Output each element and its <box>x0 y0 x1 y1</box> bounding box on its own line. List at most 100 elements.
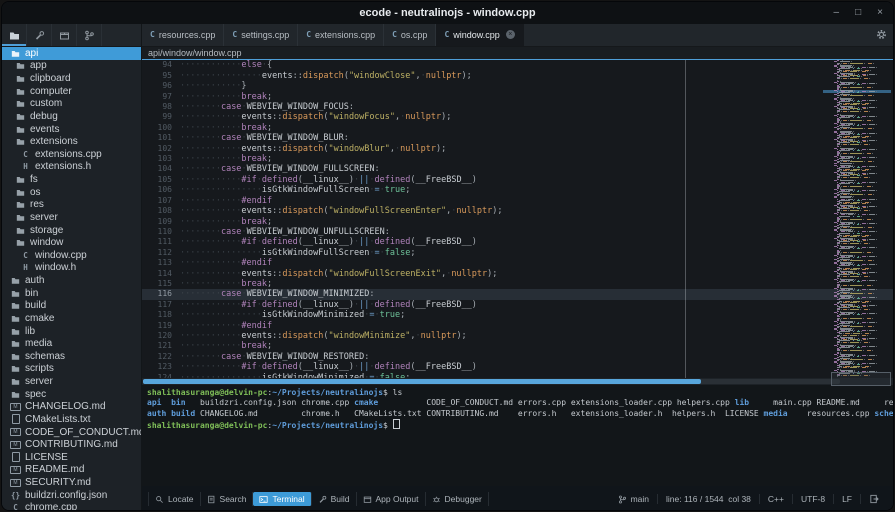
tree-item-events[interactable]: events <box>2 123 141 136</box>
code-line-101: 101 ········case·WEBVIEW_WINDOW_BLUR: <box>142 133 893 143</box>
tree-item-LICENSE[interactable]: LICENSE <box>2 451 141 464</box>
cpp-file-icon: C <box>444 30 450 40</box>
code-line-102: 102 ············events::dispatch("windowB… <box>142 144 893 154</box>
tab-settings.cpp[interactable]: Csettings.cpp <box>224 24 299 46</box>
notifications-button[interactable] <box>860 494 887 505</box>
tree-item-build[interactable]: build <box>2 300 141 313</box>
tree-item-buildzri.config.json[interactable]: {} buildzri.config.json <box>2 489 141 502</box>
tree-item-server[interactable]: server <box>2 375 141 388</box>
tab-resources.cpp[interactable]: Cresources.cpp <box>142 24 225 46</box>
scrollbar-thumb[interactable] <box>143 379 701 385</box>
line-number: 117 <box>157 299 172 309</box>
tree-item-storage[interactable]: storage <box>2 224 141 237</box>
statusbar-terminal-button[interactable]: Terminal <box>253 492 312 507</box>
folder-icon <box>16 101 25 108</box>
tree-item-label: custom <box>30 98 63 110</box>
statusbar-locate-button[interactable]: Locate <box>148 492 201 507</box>
tree-item-chrome.cpp[interactable]: Cchrome.cpp <box>2 502 141 510</box>
tab-window.cpp[interactable]: Cwindow.cpp × <box>436 24 524 46</box>
tree-item-api[interactable]: api <box>2 47 141 60</box>
terminal-line-2: auth build CHANGELOG.md chrome.h CMakeLi… <box>147 408 893 418</box>
tree-item-lib[interactable]: lib <box>2 325 141 338</box>
tree-item-extensions[interactable]: extensions <box>2 135 141 148</box>
editor-settings-button[interactable] <box>869 24 893 46</box>
line-ending-indicator[interactable]: LF <box>833 494 860 505</box>
tree-item-README.md[interactable]: M README.md <box>2 464 141 477</box>
minimap[interactable] <box>823 60 891 378</box>
markdown-file-icon: M <box>10 428 21 437</box>
cpp-file-icon: C <box>23 149 28 159</box>
json-file-icon: {} <box>10 490 21 500</box>
close-button[interactable]: × <box>877 8 883 18</box>
minimize-button[interactable]: – <box>834 8 840 18</box>
tree-item-cmake[interactable]: cmake <box>2 312 141 325</box>
statusbar-debugger-button[interactable]: Debugger <box>426 492 489 507</box>
code-text: ············break; <box>180 216 273 227</box>
tab-extensions.cpp[interactable]: Cextensions.cpp <box>298 24 385 46</box>
tree-item-label: LICENSE <box>25 451 68 463</box>
tree-item-label: spec <box>25 388 47 400</box>
tree-item-bin[interactable]: bin <box>2 287 141 300</box>
tree-item-window.h[interactable]: Hwindow.h <box>2 262 141 275</box>
tree-item-fs[interactable]: fs <box>2 173 141 186</box>
code-text: ················events::dispatch("window… <box>180 70 472 81</box>
code-line-100: 100 ············break; <box>142 123 893 133</box>
code-text: ········case·WEBVIEW_WINDOW_UNFULLSCREEN… <box>180 226 390 237</box>
scrollbar-track[interactable] <box>143 379 840 385</box>
branch-name: main <box>630 494 649 505</box>
tree-item-server[interactable]: server <box>2 211 141 224</box>
code-text: ············#endif <box>180 258 273 269</box>
tree-item-window.cpp[interactable]: Cwindow.cpp <box>2 249 141 262</box>
tree-item-extensions.h[interactable]: Hextensions.h <box>2 161 141 174</box>
git-branch-icon <box>618 495 626 504</box>
statusbar-app-output-button[interactable]: App Output <box>357 492 426 507</box>
code-line-98: 98 ········case·WEBVIEW_WINDOW_FOCUS: <box>142 102 893 112</box>
toolbar-wrench-button[interactable] <box>27 24 52 46</box>
folder-icon <box>11 391 20 398</box>
tree-item-CODE_OF_CONDUCT.md[interactable]: M CODE_OF_CONDUCT.md <box>2 426 141 439</box>
code-editor[interactable]: 94 ············else·{95 ················ev… <box>142 60 893 379</box>
git-branch-indicator[interactable]: main <box>610 494 657 504</box>
language-mode[interactable]: C++ <box>758 494 792 505</box>
tree-item-media[interactable]: media <box>2 337 141 350</box>
tree-item-custom[interactable]: custom <box>2 98 141 111</box>
terminal-panel[interactable]: shalithasuranga@delvin-pc:~/Projects/neu… <box>142 385 893 487</box>
toolbar-package-button[interactable] <box>52 24 77 46</box>
tree-item-window[interactable]: window <box>2 236 141 249</box>
tree-item-os[interactable]: os <box>2 186 141 199</box>
maximize-button[interactable]: □ <box>855 8 861 18</box>
tab-label: settings.cpp <box>241 29 290 40</box>
close-tab-icon[interactable]: × <box>505 30 515 40</box>
git-branch-icon <box>84 30 94 40</box>
statusbar-build-button[interactable]: Build <box>312 492 357 507</box>
tree-item-auth[interactable]: auth <box>2 274 141 287</box>
toolbar-folder-button[interactable] <box>2 24 27 46</box>
tree-item-spec[interactable]: spec <box>2 388 141 401</box>
tree-item-CMakeLists.txt[interactable]: CMakeLists.txt <box>2 413 141 426</box>
tree-item-CHANGELOG.md[interactable]: M CHANGELOG.md <box>2 401 141 414</box>
tab-os.cpp[interactable]: Cos.cpp <box>384 24 437 46</box>
tree-item-extensions.cpp[interactable]: Cextensions.cpp <box>2 148 141 161</box>
tree-item-CONTRIBUTING.md[interactable]: M CONTRIBUTING.md <box>2 438 141 451</box>
tree-item-label: server <box>25 376 53 388</box>
line-number: 98 <box>162 102 172 112</box>
tree-item-SECURITY.md[interactable]: M SECURITY.md <box>2 476 141 489</box>
tree-item-label: CONTRIBUTING.md <box>25 439 118 451</box>
cpp-file-icon: C <box>150 30 155 40</box>
tree-item-debug[interactable]: debug <box>2 110 141 123</box>
tree-item-label: os <box>30 186 41 198</box>
file-tree[interactable]: api app clipboard computer custom debug events… <box>2 47 141 510</box>
statusbar-search-button[interactable]: Search <box>201 492 254 507</box>
code-lines: 94 ············else·{95 ················ev… <box>142 60 893 378</box>
encoding-indicator[interactable]: UTF-8 <box>791 494 833 505</box>
toolbar-git-branch-button[interactable] <box>77 24 102 46</box>
tree-item-schemas[interactable]: schemas <box>2 350 141 363</box>
tree-item-scripts[interactable]: scripts <box>2 363 141 376</box>
tree-item-clipboard[interactable]: clipboard <box>2 72 141 85</box>
cursor-position[interactable]: line: 116 / 1544 col 38 <box>657 494 759 505</box>
tree-item-app[interactable]: app <box>2 60 141 73</box>
line-number: 104 <box>157 164 172 174</box>
tree-item-computer[interactable]: computer <box>2 85 141 98</box>
line-number: 114 <box>157 268 172 278</box>
tree-item-res[interactable]: res <box>2 199 141 212</box>
